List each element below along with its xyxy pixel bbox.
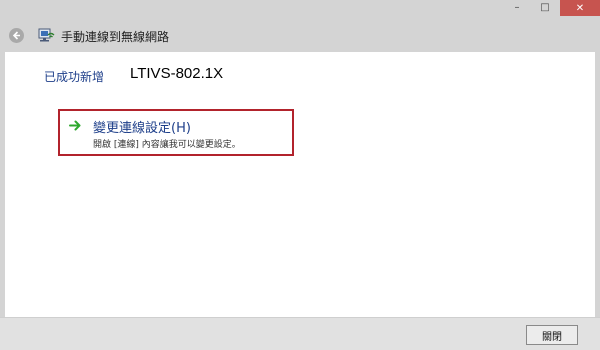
close-window-button[interactable]: ✕ <box>560 0 600 16</box>
minimize-button[interactable]: – <box>504 0 530 15</box>
wireless-network-icon <box>38 28 55 42</box>
wizard-window: – □ ✕ 手動連線到無線網路 已成功新增 LTIVS-802.1X 變更連線設… <box>0 0 600 350</box>
wizard-content: 已成功新增 LTIVS-802.1X 變更連線設定(H) 開啟 [連線] 內容讓… <box>5 52 595 317</box>
success-label: 已成功新增 <box>44 70 105 84</box>
maximize-button[interactable]: □ <box>532 0 558 15</box>
wizard-header: 手動連線到無線網路 <box>0 18 600 52</box>
title-bar: – □ ✕ <box>0 0 600 18</box>
green-arrow-icon <box>69 120 81 131</box>
change-connection-settings-option[interactable]: 變更連線設定(H) 開啟 [連線] 內容讓我可以變更設定。 <box>58 109 294 156</box>
close-button[interactable]: 關閉 <box>526 325 578 345</box>
option-title: 變更連線設定(H) <box>93 121 191 136</box>
window-title: 手動連線到無線網路 <box>61 30 170 44</box>
network-name: LTIVS-802.1X <box>130 65 224 82</box>
back-arrow-icon <box>12 31 20 40</box>
footer-bar: 關閉 <box>0 317 600 350</box>
option-description: 開啟 [連線] 內容讓我可以變更設定。 <box>93 140 241 150</box>
back-button[interactable] <box>9 28 24 43</box>
